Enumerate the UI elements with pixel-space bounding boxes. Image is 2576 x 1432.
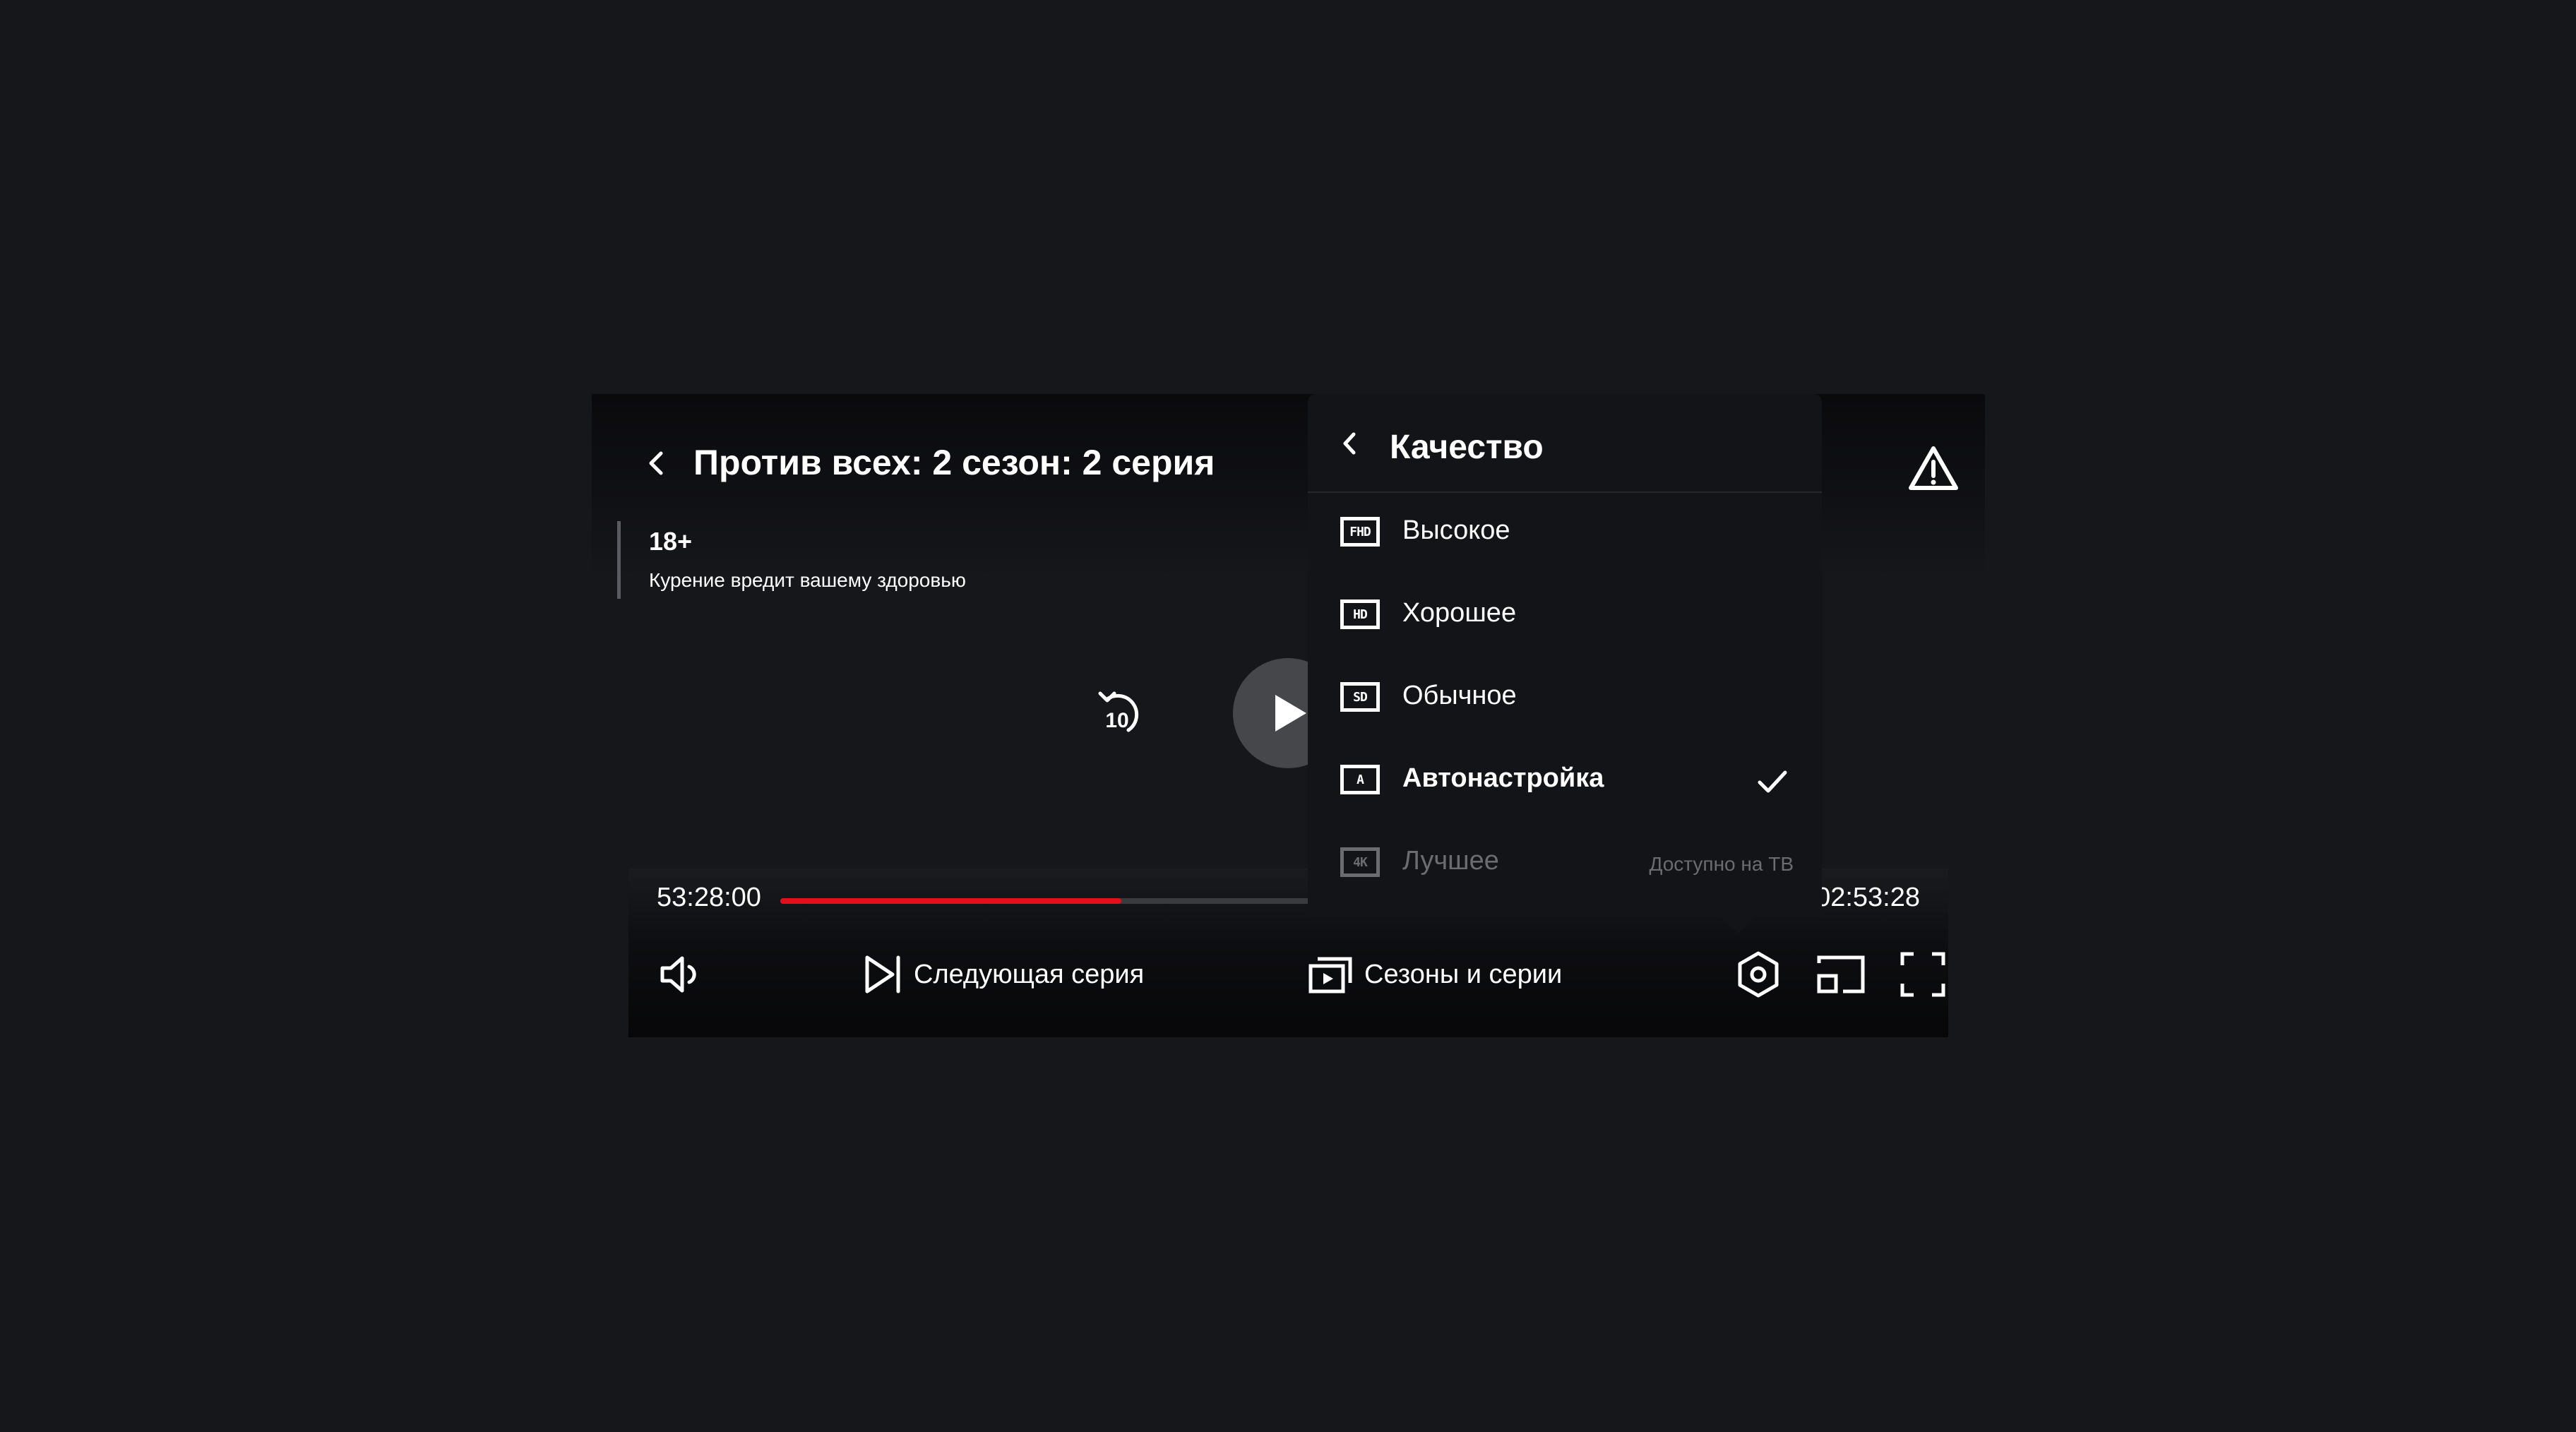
volume-button[interactable] xyxy=(657,939,706,1010)
volume-icon xyxy=(660,956,696,993)
settings-button[interactable] xyxy=(1734,939,1783,1010)
current-time: 53:28:00 xyxy=(657,883,761,912)
rewind-seconds: 10 xyxy=(1105,709,1128,732)
play-icon xyxy=(1275,695,1306,732)
quality-option-label: Высокое xyxy=(1402,515,1510,545)
warning-triangle-icon xyxy=(1909,446,1958,490)
next-episode-icon xyxy=(865,955,900,994)
quality-option-good[interactable]: HD Хорошее xyxy=(1308,574,1822,656)
age-rating-block: 18+ Курение вредит вашему здоровью xyxy=(617,521,966,599)
settings-hexagon-icon xyxy=(1738,951,1779,998)
back-button[interactable] xyxy=(634,441,679,486)
quality-option-normal[interactable]: SD Обычное xyxy=(1308,657,1822,739)
hd-badge-icon: HD xyxy=(1340,599,1380,629)
rewind-10-icon: 10 xyxy=(1098,691,1139,732)
next-episode-label: Следующая серия xyxy=(914,959,1145,989)
quality-option-auto[interactable]: A Автонастройка xyxy=(1308,739,1822,821)
fhd-badge-icon: FHD xyxy=(1340,517,1380,547)
episode-title: Против всех: 2 сезон: 2 серия xyxy=(693,443,1215,482)
quality-option-high[interactable]: FHD Высокое xyxy=(1308,491,1822,573)
quality-menu-back-button[interactable] xyxy=(1335,428,1366,459)
next-episode-button[interactable]: Следующая серия xyxy=(861,939,1144,1010)
fullscreen-button[interactable] xyxy=(1900,939,1946,1010)
progress-fill xyxy=(780,898,1121,904)
cast-icon xyxy=(1817,955,1865,994)
auto-badge-icon: A xyxy=(1340,765,1380,794)
quality-option-label: Автонастройка xyxy=(1402,763,1604,793)
age-rating: 18+ xyxy=(649,527,693,556)
quality-menu-title: Качество xyxy=(1390,429,1544,466)
checkmark-icon xyxy=(1758,770,1787,793)
quality-option-label: Хорошее xyxy=(1402,598,1517,628)
chevron-left-icon xyxy=(1343,432,1356,455)
quality-menu: Качество FHD Высокое HD Хорошее SD Обычн… xyxy=(1308,394,1822,933)
controls-row: Следующая серия Сезоны и серии xyxy=(628,939,1948,1010)
health-warning-text: Курение вредит вашему здоровью xyxy=(649,569,966,591)
seasons-button[interactable]: Сезоны и серии xyxy=(1308,939,1562,1010)
quality-menu-header: Качество xyxy=(1308,394,1822,493)
quality-option-label: Лучшее xyxy=(1402,846,1499,876)
quality-option-best: 4K Лучшее Доступно на ТВ xyxy=(1308,822,1822,904)
seasons-label: Сезоны и серии xyxy=(1364,959,1563,989)
quality-availability-note: Доступно на ТВ xyxy=(1649,853,1794,875)
rewind-10-button[interactable]: 10 xyxy=(1086,676,1157,747)
fullscreen-icon xyxy=(1900,952,1945,997)
4k-badge-icon: 4K xyxy=(1340,847,1380,877)
total-time: 02:53:28 xyxy=(1815,883,1920,912)
report-button[interactable] xyxy=(1902,436,1965,500)
quality-option-label: Обычное xyxy=(1402,681,1517,710)
chevron-left-icon xyxy=(649,451,663,475)
sd-badge-icon: SD xyxy=(1340,682,1380,712)
seasons-icon xyxy=(1308,957,1352,994)
cast-button[interactable] xyxy=(1815,939,1867,1010)
